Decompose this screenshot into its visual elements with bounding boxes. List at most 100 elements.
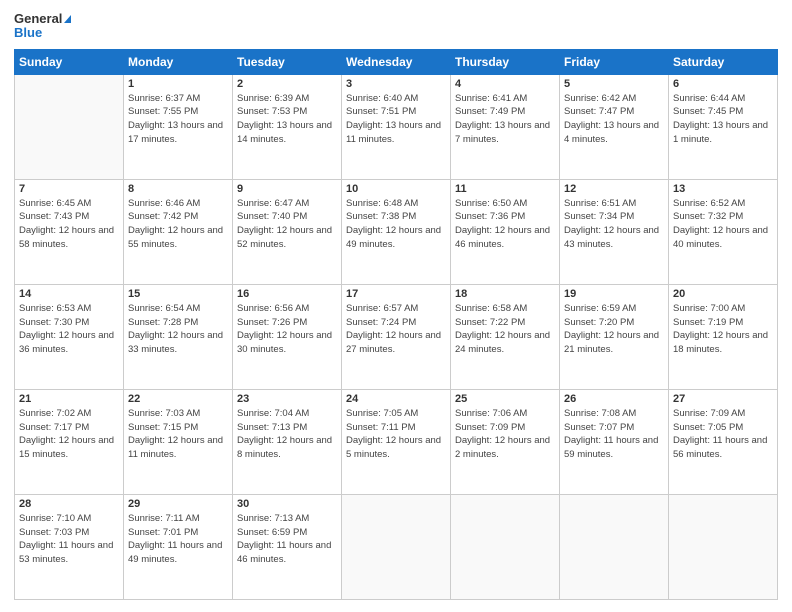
calendar-cell: 26Sunrise: 7:08 AMSunset: 7:07 PMDayligh… bbox=[560, 389, 669, 494]
calendar-cell: 10Sunrise: 6:48 AMSunset: 7:38 PMDayligh… bbox=[342, 179, 451, 284]
cell-info: Sunrise: 7:00 AMSunset: 7:19 PMDaylight:… bbox=[673, 302, 773, 357]
day-number: 20 bbox=[673, 288, 773, 300]
day-number: 23 bbox=[237, 393, 337, 405]
cell-info: Sunrise: 6:44 AMSunset: 7:45 PMDaylight:… bbox=[673, 92, 773, 147]
cell-info: Sunrise: 7:11 AMSunset: 7:01 PMDaylight:… bbox=[128, 512, 228, 567]
day-number: 19 bbox=[564, 288, 664, 300]
day-number: 24 bbox=[346, 393, 446, 405]
logo-text-block: General Blue bbox=[14, 12, 71, 41]
cell-info: Sunrise: 6:59 AMSunset: 7:20 PMDaylight:… bbox=[564, 302, 664, 357]
calendar-cell: 5 Sunrise: 6:42 AMSunset: 7:47 PMDaylight… bbox=[560, 74, 669, 179]
day-number: 11 bbox=[455, 183, 555, 195]
calendar-cell: 9 Sunrise: 6:47 AMSunset: 7:40 PMDaylight… bbox=[233, 179, 342, 284]
weekday-header-monday: Monday bbox=[124, 49, 233, 74]
day-number: 21 bbox=[19, 393, 119, 405]
cell-info: Sunrise: 6:50 AMSunset: 7:36 PMDaylight:… bbox=[455, 197, 555, 252]
day-number: 18 bbox=[455, 288, 555, 300]
cell-info: Sunrise: 6:51 AMSunset: 7:34 PMDaylight:… bbox=[564, 197, 664, 252]
week-row-4: 28 Sunrise: 7:10 AMSunset: 7:03 PMDayligh… bbox=[15, 494, 778, 599]
day-number: 25 bbox=[455, 393, 555, 405]
cell-info: Sunrise: 7:03 AMSunset: 7:15 PMDaylight:… bbox=[128, 407, 228, 462]
calendar-cell: 23 Sunrise: 7:04 AMSunset: 7:13 PMDayligh… bbox=[233, 389, 342, 494]
calendar-cell: 29Sunrise: 7:11 AMSunset: 7:01 PMDayligh… bbox=[124, 494, 233, 599]
calendar-cell bbox=[451, 494, 560, 599]
page: General Blue SundayMondayTuesdayWednesda… bbox=[0, 0, 792, 612]
calendar-cell: 15Sunrise: 6:54 AMSunset: 7:28 PMDayligh… bbox=[124, 284, 233, 389]
weekday-header-saturday: Saturday bbox=[669, 49, 778, 74]
cell-info: Sunrise: 6:56 AMSunset: 7:26 PMDaylight:… bbox=[237, 302, 337, 357]
header: General Blue bbox=[14, 12, 778, 41]
calendar-cell: 22Sunrise: 7:03 AMSunset: 7:15 PMDayligh… bbox=[124, 389, 233, 494]
cell-info: Sunrise: 6:39 AMSunset: 7:53 PMDaylight:… bbox=[237, 92, 337, 147]
day-number: 1 bbox=[128, 78, 228, 90]
cell-info: Sunrise: 6:57 AMSunset: 7:24 PMDaylight:… bbox=[346, 302, 446, 357]
cell-info: Sunrise: 6:41 AMSunset: 7:49 PMDaylight:… bbox=[455, 92, 555, 147]
calendar-table: SundayMondayTuesdayWednesdayThursdayFrid… bbox=[14, 49, 778, 600]
calendar-cell: 18 Sunrise: 6:58 AMSunset: 7:22 PMDayligh… bbox=[451, 284, 560, 389]
cell-info: Sunrise: 6:58 AMSunset: 7:22 PMDaylight:… bbox=[455, 302, 555, 357]
cell-info: Sunrise: 7:05 AMSunset: 7:11 PMDaylight:… bbox=[346, 407, 446, 462]
week-row-0: 1 Sunrise: 6:37 AMSunset: 7:55 PMDaylight… bbox=[15, 74, 778, 179]
cell-info: Sunrise: 6:45 AMSunset: 7:43 PMDaylight:… bbox=[19, 197, 119, 252]
cell-info: Sunrise: 7:10 AMSunset: 7:03 PMDaylight:… bbox=[19, 512, 119, 567]
calendar-cell bbox=[669, 494, 778, 599]
week-row-1: 7 Sunrise: 6:45 AMSunset: 7:43 PMDaylight… bbox=[15, 179, 778, 284]
day-number: 14 bbox=[19, 288, 119, 300]
calendar-cell: 2 Sunrise: 6:39 AMSunset: 7:53 PMDaylight… bbox=[233, 74, 342, 179]
cell-info: Sunrise: 6:47 AMSunset: 7:40 PMDaylight:… bbox=[237, 197, 337, 252]
cell-info: Sunrise: 6:53 AMSunset: 7:30 PMDaylight:… bbox=[19, 302, 119, 357]
logo-blue: Blue bbox=[14, 26, 42, 40]
calendar-cell: 24 Sunrise: 7:05 AMSunset: 7:11 PMDayligh… bbox=[342, 389, 451, 494]
day-number: 5 bbox=[564, 78, 664, 90]
day-number: 12 bbox=[564, 183, 664, 195]
calendar-cell: 16 Sunrise: 6:56 AMSunset: 7:26 PMDayligh… bbox=[233, 284, 342, 389]
day-number: 27 bbox=[673, 393, 773, 405]
week-row-3: 21 Sunrise: 7:02 AMSunset: 7:17 PMDayligh… bbox=[15, 389, 778, 494]
cell-info: Sunrise: 6:42 AMSunset: 7:47 PMDaylight:… bbox=[564, 92, 664, 147]
weekday-header-tuesday: Tuesday bbox=[233, 49, 342, 74]
weekday-header-sunday: Sunday bbox=[15, 49, 124, 74]
day-number: 15 bbox=[128, 288, 228, 300]
calendar-cell: 25 Sunrise: 7:06 AMSunset: 7:09 PMDayligh… bbox=[451, 389, 560, 494]
calendar-cell: 28 Sunrise: 7:10 AMSunset: 7:03 PMDayligh… bbox=[15, 494, 124, 599]
calendar-cell: 1 Sunrise: 6:37 AMSunset: 7:55 PMDaylight… bbox=[124, 74, 233, 179]
day-number: 17 bbox=[346, 288, 446, 300]
week-row-2: 14 Sunrise: 6:53 AMSunset: 7:30 PMDayligh… bbox=[15, 284, 778, 389]
calendar-cell: 20 Sunrise: 7:00 AMSunset: 7:19 PMDayligh… bbox=[669, 284, 778, 389]
day-number: 3 bbox=[346, 78, 446, 90]
calendar-cell: 4 Sunrise: 6:41 AMSunset: 7:49 PMDaylight… bbox=[451, 74, 560, 179]
calendar-cell bbox=[560, 494, 669, 599]
calendar-cell: 30 Sunrise: 7:13 AMSunset: 6:59 PMDayligh… bbox=[233, 494, 342, 599]
weekday-header-friday: Friday bbox=[560, 49, 669, 74]
cell-info: Sunrise: 7:13 AMSunset: 6:59 PMDaylight:… bbox=[237, 512, 337, 567]
calendar-cell: 27Sunrise: 7:09 AMSunset: 7:05 PMDayligh… bbox=[669, 389, 778, 494]
logo: General Blue bbox=[14, 12, 71, 41]
calendar-cell: 6Sunrise: 6:44 AMSunset: 7:45 PMDaylight… bbox=[669, 74, 778, 179]
calendar-cell: 19 Sunrise: 6:59 AMSunset: 7:20 PMDayligh… bbox=[560, 284, 669, 389]
logo-general: General bbox=[14, 12, 71, 26]
day-number: 13 bbox=[673, 183, 773, 195]
cell-info: Sunrise: 6:37 AMSunset: 7:55 PMDaylight:… bbox=[128, 92, 228, 147]
calendar-cell: 21 Sunrise: 7:02 AMSunset: 7:17 PMDayligh… bbox=[15, 389, 124, 494]
calendar-cell: 7 Sunrise: 6:45 AMSunset: 7:43 PMDaylight… bbox=[15, 179, 124, 284]
weekday-header-thursday: Thursday bbox=[451, 49, 560, 74]
cell-info: Sunrise: 7:04 AMSunset: 7:13 PMDaylight:… bbox=[237, 407, 337, 462]
day-number: 2 bbox=[237, 78, 337, 90]
calendar-cell: 3Sunrise: 6:40 AMSunset: 7:51 PMDaylight… bbox=[342, 74, 451, 179]
cell-info: Sunrise: 6:46 AMSunset: 7:42 PMDaylight:… bbox=[128, 197, 228, 252]
weekday-header-row: SundayMondayTuesdayWednesdayThursdayFrid… bbox=[15, 49, 778, 74]
cell-info: Sunrise: 7:02 AMSunset: 7:17 PMDaylight:… bbox=[19, 407, 119, 462]
day-number: 4 bbox=[455, 78, 555, 90]
cell-info: Sunrise: 6:52 AMSunset: 7:32 PMDaylight:… bbox=[673, 197, 773, 252]
calendar-cell: 17 Sunrise: 6:57 AMSunset: 7:24 PMDayligh… bbox=[342, 284, 451, 389]
day-number: 30 bbox=[237, 498, 337, 510]
day-number: 16 bbox=[237, 288, 337, 300]
weekday-header-wednesday: Wednesday bbox=[342, 49, 451, 74]
cell-info: Sunrise: 6:48 AMSunset: 7:38 PMDaylight:… bbox=[346, 197, 446, 252]
cell-info: Sunrise: 7:06 AMSunset: 7:09 PMDaylight:… bbox=[455, 407, 555, 462]
day-number: 7 bbox=[19, 183, 119, 195]
calendar-cell: 8 Sunrise: 6:46 AMSunset: 7:42 PMDaylight… bbox=[124, 179, 233, 284]
day-number: 9 bbox=[237, 183, 337, 195]
day-number: 28 bbox=[19, 498, 119, 510]
day-number: 8 bbox=[128, 183, 228, 195]
